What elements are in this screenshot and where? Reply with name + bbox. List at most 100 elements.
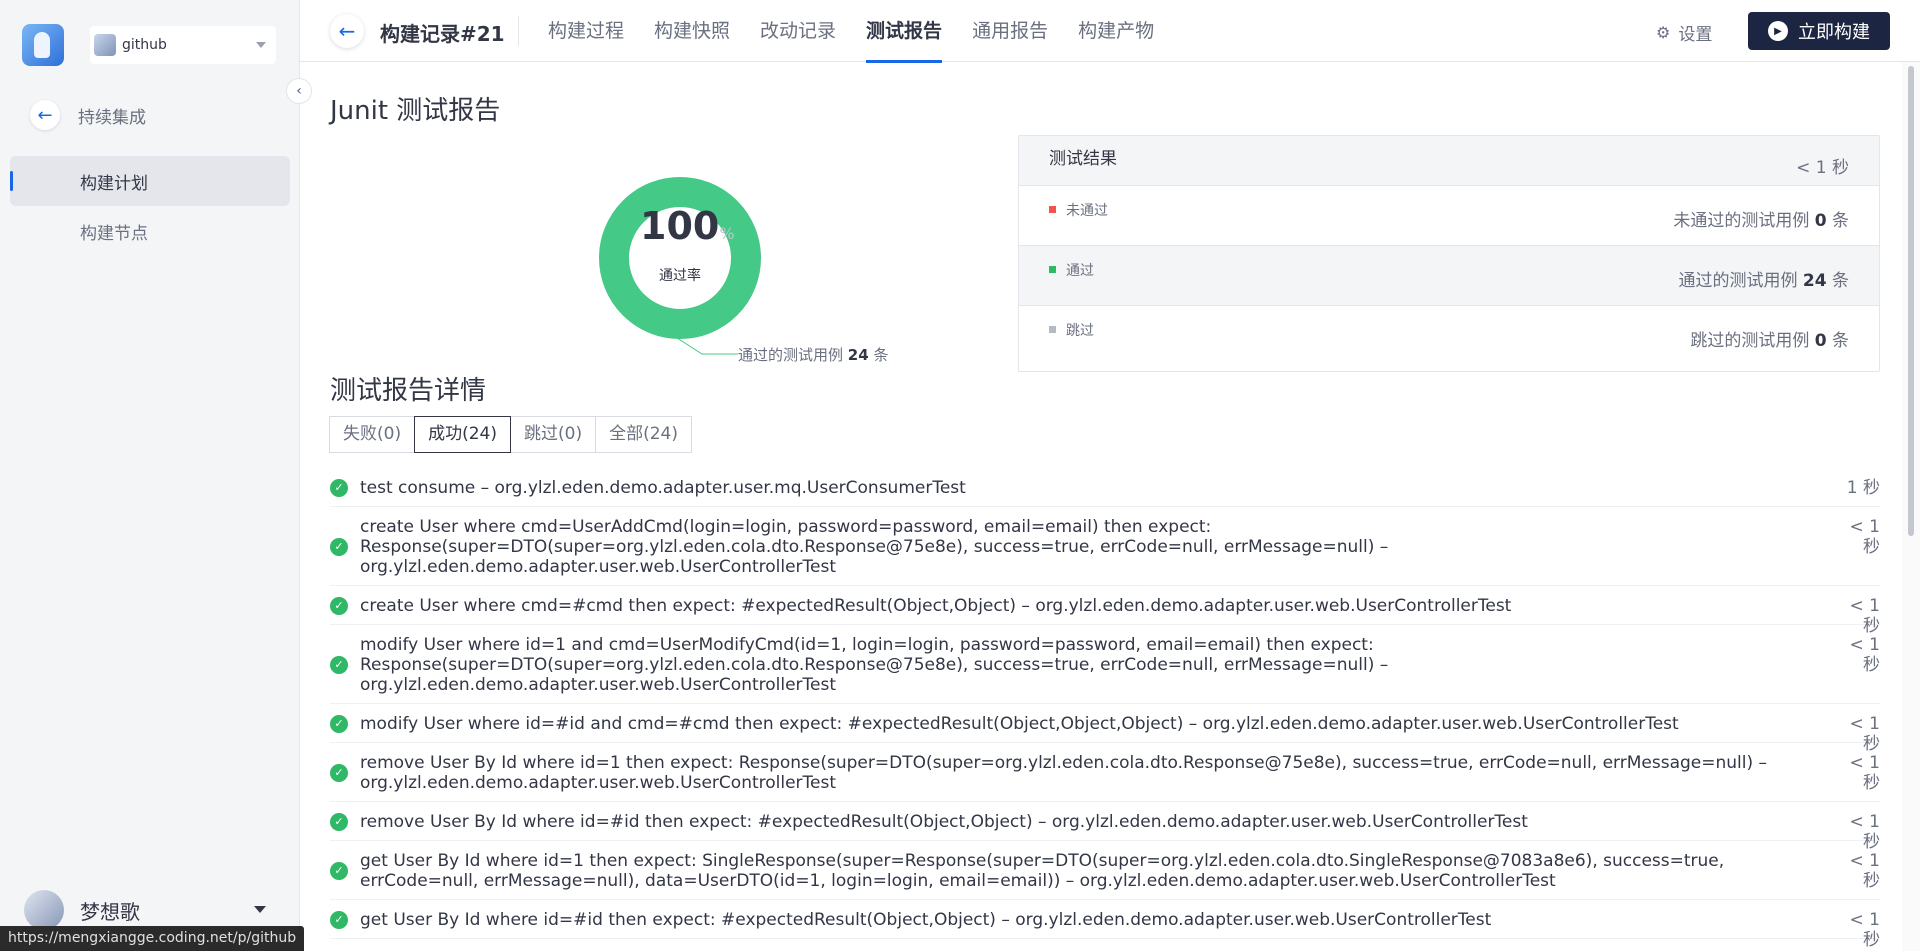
project-avatar: [94, 34, 116, 56]
sidebar-item-label: 构建计划: [80, 173, 148, 194]
filter-passed[interactable]: 成功(24): [414, 416, 511, 453]
sidebar-item-build-plan[interactable]: 构建计划: [10, 156, 290, 206]
pass-rate-donut: [599, 177, 761, 339]
result-row-failed: 未通过 未通过的测试用例 0 条: [1019, 186, 1879, 246]
back-ci-label: 持续集成: [78, 107, 146, 128]
tab-build-snapshot[interactable]: 构建快照: [654, 0, 730, 62]
main-content: Junit 测试报告 100% 通过率 通过的测试用例 24 条 测试结果 < …: [300, 62, 1920, 951]
page-title: 构建记录#21: [380, 22, 505, 46]
test-name: modify User where id=1 and cmd=UserModif…: [360, 635, 1389, 695]
results-header: 测试结果 < 1 秒: [1019, 136, 1879, 186]
build-now-label: 立即构建: [1798, 22, 1870, 43]
test-name: get User By Id where id=#id then expect:…: [360, 910, 1492, 930]
test-row[interactable]: ✓ create User where cmd=UserAddCmd(login=…: [330, 507, 1880, 586]
passed-dot-icon: [1049, 266, 1056, 273]
settings-button[interactable]: ⚙ 设置: [1656, 20, 1712, 45]
project-selector[interactable]: github: [90, 26, 276, 64]
test-row[interactable]: ✓ test consume – org.ylzl.eden.demo.adapt…: [330, 468, 1880, 507]
check-circle-icon: ✓: [330, 714, 348, 733]
failed-dot-icon: [1049, 206, 1056, 213]
result-value: 跳过的测试用例 0 条: [1690, 326, 1849, 351]
check-circle-icon: ✓: [330, 861, 348, 880]
tab-build-artifacts[interactable]: 构建产物: [1078, 0, 1154, 62]
test-row[interactable]: ✓list User By Page where query=UserListB…: [330, 939, 1880, 951]
test-row[interactable]: ✓ create User where cmd=#cmd then expect:…: [330, 586, 1880, 636]
avatar: [24, 890, 64, 930]
check-circle-icon: ✓: [330, 655, 348, 674]
pass-rate-value: 100%: [640, 204, 735, 248]
result-value: 通过的测试用例 24 条: [1679, 266, 1849, 291]
test-row[interactable]: ✓ remove User By Id where id=#id then exp…: [330, 802, 1880, 852]
back-arrow-icon[interactable]: ←: [330, 14, 364, 48]
project-name: github: [122, 37, 167, 53]
test-name: modify User where id=#id and cmd=#cmd th…: [360, 714, 1679, 734]
result-row-passed: 通过 通过的测试用例 24 条: [1019, 246, 1879, 306]
settings-label: 设置: [1678, 25, 1713, 45]
filter-all[interactable]: 全部(24): [595, 416, 692, 453]
status-url: https://mengxiangge.coding.net/p/github: [0, 926, 305, 951]
check-circle-icon: ✓: [330, 763, 348, 782]
sidebar: github ← 持续集成 构建计划 构建节点 梦想歌: [0, 0, 300, 951]
result-key: 未通过: [1066, 203, 1108, 219]
results-title: 测试结果: [1049, 149, 1117, 169]
result-prefix: 未通过的测试用例: [1673, 211, 1810, 231]
tab-change-log[interactable]: 改动记录: [760, 0, 836, 62]
filter-skipped[interactable]: 跳过(0): [510, 416, 597, 453]
check-circle-icon: ✓: [330, 910, 348, 929]
scrollbar-thumb[interactable]: [1908, 66, 1914, 536]
sidebar-item-label: 构建节点: [80, 223, 148, 244]
test-duration: < 1 秒: [1849, 517, 1880, 557]
check-circle-icon: ✓: [330, 596, 348, 615]
play-icon: ▶: [1768, 21, 1788, 41]
note-prefix: 通过的测试用例: [738, 346, 844, 364]
test-duration: < 1 秒: [1849, 851, 1880, 891]
back-arrow-icon[interactable]: ←: [30, 100, 60, 130]
tab-build-process[interactable]: 构建过程: [548, 0, 624, 62]
note-count: 24: [847, 346, 869, 364]
test-row[interactable]: ✓ get User By Id where id=#id then expect…: [330, 900, 1880, 950]
result-suffix: 条: [1832, 271, 1849, 291]
user-menu[interactable]: 梦想歌: [24, 890, 280, 930]
check-circle-icon: ✓: [330, 812, 348, 831]
caret-down-icon: [256, 42, 266, 48]
result-count: 0: [1814, 211, 1827, 231]
result-key: 跳过: [1066, 323, 1094, 339]
test-name: test consume – org.ylzl.eden.demo.adapte…: [360, 478, 966, 498]
top-bar: ← 构建记录#21 构建过程 构建快照 改动记录 测试报告 通用报告 构建产物 …: [300, 0, 1920, 63]
caret-down-icon: [254, 906, 266, 913]
sidebar-item-build-nodes[interactable]: 构建节点: [10, 206, 290, 256]
result-count: 24: [1802, 271, 1827, 291]
details-title: 测试报告详情: [330, 376, 487, 406]
logo-icon[interactable]: [22, 24, 64, 66]
result-count: 0: [1814, 331, 1827, 351]
divider: [518, 16, 519, 46]
donut-leader-line: [673, 335, 738, 355]
result-prefix: 通过的测试用例: [1678, 271, 1798, 291]
filter-group: 失败(0) 成功(24) 跳过(0) 全部(24): [329, 416, 692, 453]
result-prefix: 跳过的测试用例: [1690, 331, 1810, 351]
test-row[interactable]: ✓ modify User where id=1 and cmd=UserModi…: [330, 625, 1880, 704]
test-list: ✓ test consume – org.ylzl.eden.demo.adapt…: [330, 468, 1880, 951]
result-suffix: 条: [1832, 331, 1849, 351]
user-name: 梦想歌: [80, 899, 140, 924]
tab-test-report[interactable]: 测试报告: [866, 0, 943, 63]
back-to-ci[interactable]: ← 持续集成: [30, 100, 146, 130]
test-row[interactable]: ✓ get User By Id where id=1 then expect: …: [330, 841, 1880, 900]
build-now-button[interactable]: ▶ 立即构建: [1748, 12, 1890, 50]
filter-failed[interactable]: 失败(0): [329, 416, 416, 453]
test-duration: 1 秒: [1846, 478, 1880, 498]
test-duration: < 1 秒: [1849, 753, 1880, 793]
test-duration: < 1 秒: [1849, 635, 1880, 675]
chevron-left-icon[interactable]: ‹: [286, 78, 312, 104]
tab-bar: 构建过程 构建快照 改动记录 测试报告 通用报告 构建产物: [548, 0, 1184, 63]
test-name: create User where cmd=UserAddCmd(login=l…: [360, 517, 1389, 577]
pass-count-note: 通过的测试用例 24 条: [738, 344, 888, 365]
results-duration: < 1 秒: [1796, 158, 1849, 178]
test-row[interactable]: ✓ modify User where id=#id and cmd=#cmd t…: [330, 704, 1880, 754]
test-row[interactable]: ✓ remove User By Id where id=1 then expec…: [330, 743, 1880, 802]
test-results-card: 测试结果 < 1 秒 未通过 未通过的测试用例 0 条 通过 通过的测试用例 2…: [1018, 135, 1880, 372]
tab-general-report[interactable]: 通用报告: [972, 0, 1048, 62]
scrollbar[interactable]: [1902, 62, 1920, 951]
check-circle-icon: ✓: [330, 537, 348, 556]
pass-rate-number: 100: [640, 204, 720, 248]
